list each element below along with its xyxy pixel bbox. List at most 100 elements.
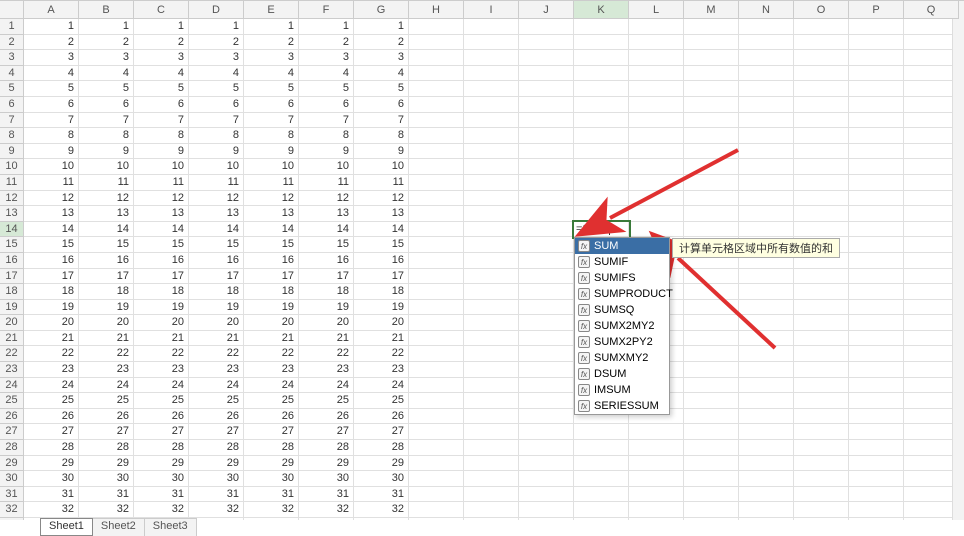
- cell-f3[interactable]: 3: [299, 50, 354, 66]
- cell-m23[interactable]: [684, 362, 739, 378]
- cell-o20[interactable]: [794, 315, 849, 331]
- cell-k3[interactable]: [574, 50, 629, 66]
- cell-q30[interactable]: [904, 471, 959, 487]
- cell-b27[interactable]: 27: [79, 424, 134, 440]
- cell-l10[interactable]: [629, 159, 684, 175]
- cell-m13[interactable]: [684, 206, 739, 222]
- cell-h11[interactable]: [409, 175, 464, 191]
- cell-b15[interactable]: 15: [79, 237, 134, 253]
- cell-n24[interactable]: [739, 378, 794, 394]
- cell-p2[interactable]: [849, 35, 904, 51]
- cell-e27[interactable]: 27: [244, 424, 299, 440]
- cell-p3[interactable]: [849, 50, 904, 66]
- cell-a14[interactable]: 14: [24, 222, 79, 238]
- row-header-4[interactable]: 4: [0, 66, 24, 82]
- cell-c24[interactable]: 24: [134, 378, 189, 394]
- cell-g4[interactable]: 4: [354, 66, 409, 82]
- cell-g6[interactable]: 6: [354, 97, 409, 113]
- cell-j20[interactable]: [519, 315, 574, 331]
- cell-d7[interactable]: 7: [189, 113, 244, 129]
- cell-c16[interactable]: 16: [134, 253, 189, 269]
- cell-c17[interactable]: 17: [134, 269, 189, 285]
- cell-o26[interactable]: [794, 409, 849, 425]
- cell-e6[interactable]: 6: [244, 97, 299, 113]
- sheet-tab-sheet3[interactable]: Sheet3: [144, 518, 197, 536]
- cell-o21[interactable]: [794, 331, 849, 347]
- row-header-6[interactable]: 6: [0, 97, 24, 113]
- cell-g8[interactable]: 8: [354, 128, 409, 144]
- cell-k2[interactable]: [574, 35, 629, 51]
- cell-a13[interactable]: 13: [24, 206, 79, 222]
- cell-p16[interactable]: [849, 253, 904, 269]
- cell-q14[interactable]: [904, 222, 959, 238]
- cell-n9[interactable]: [739, 144, 794, 160]
- cell-b18[interactable]: 18: [79, 284, 134, 300]
- cell-h23[interactable]: [409, 362, 464, 378]
- cell-e28[interactable]: 28: [244, 440, 299, 456]
- cell-d6[interactable]: 6: [189, 97, 244, 113]
- cell-d5[interactable]: 5: [189, 81, 244, 97]
- cell-o32[interactable]: [794, 502, 849, 518]
- cell-g32[interactable]: 32: [354, 502, 409, 518]
- row-header-26[interactable]: 26: [0, 409, 24, 425]
- cell-i13[interactable]: [464, 206, 519, 222]
- cell-a17[interactable]: 17: [24, 269, 79, 285]
- autocomplete-item-sumif[interactable]: fxSUMIF: [575, 254, 669, 270]
- cell-p28[interactable]: [849, 440, 904, 456]
- cell-k1[interactable]: [574, 19, 629, 35]
- cell-l7[interactable]: [629, 113, 684, 129]
- cell-h15[interactable]: [409, 237, 464, 253]
- cell-q1[interactable]: [904, 19, 959, 35]
- cell-g22[interactable]: 22: [354, 346, 409, 362]
- cell-m18[interactable]: [684, 284, 739, 300]
- cell-i25[interactable]: [464, 393, 519, 409]
- cell-d21[interactable]: 21: [189, 331, 244, 347]
- cell-f29[interactable]: 29: [299, 456, 354, 472]
- cell-b4[interactable]: 4: [79, 66, 134, 82]
- sheet-tabs[interactable]: Sheet1Sheet2Sheet3: [40, 518, 196, 536]
- column-header-c[interactable]: C: [134, 1, 189, 19]
- cell-p15[interactable]: [849, 237, 904, 253]
- cell-c1[interactable]: 1: [134, 19, 189, 35]
- cell-n25[interactable]: [739, 393, 794, 409]
- cell-m22[interactable]: [684, 346, 739, 362]
- cell-m5[interactable]: [684, 81, 739, 97]
- cell-d27[interactable]: 27: [189, 424, 244, 440]
- cell-e32[interactable]: 32: [244, 502, 299, 518]
- cell-n13[interactable]: [739, 206, 794, 222]
- cell-e9[interactable]: 9: [244, 144, 299, 160]
- cell-d26[interactable]: 26: [189, 409, 244, 425]
- cell-a26[interactable]: 26: [24, 409, 79, 425]
- cell-o10[interactable]: [794, 159, 849, 175]
- cell-h6[interactable]: [409, 97, 464, 113]
- cell-m6[interactable]: [684, 97, 739, 113]
- cell-q23[interactable]: [904, 362, 959, 378]
- cell-f11[interactable]: 11: [299, 175, 354, 191]
- cell-l9[interactable]: [629, 144, 684, 160]
- cell-f33[interactable]: [299, 518, 354, 520]
- cell-j29[interactable]: [519, 456, 574, 472]
- cell-f31[interactable]: 31: [299, 487, 354, 503]
- cell-d28[interactable]: 28: [189, 440, 244, 456]
- cell-q6[interactable]: [904, 97, 959, 113]
- cell-m3[interactable]: [684, 50, 739, 66]
- cell-q8[interactable]: [904, 128, 959, 144]
- cell-a27[interactable]: 27: [24, 424, 79, 440]
- cell-l8[interactable]: [629, 128, 684, 144]
- cell-f21[interactable]: 21: [299, 331, 354, 347]
- row-header-1[interactable]: 1: [0, 19, 24, 35]
- cell-m2[interactable]: [684, 35, 739, 51]
- row-header-18[interactable]: 18: [0, 284, 24, 300]
- cell-b3[interactable]: 3: [79, 50, 134, 66]
- cell-p4[interactable]: [849, 66, 904, 82]
- cell-p1[interactable]: [849, 19, 904, 35]
- cell-g16[interactable]: 16: [354, 253, 409, 269]
- cell-f16[interactable]: 16: [299, 253, 354, 269]
- cell-e1[interactable]: 1: [244, 19, 299, 35]
- cell-c18[interactable]: 18: [134, 284, 189, 300]
- cell-g18[interactable]: 18: [354, 284, 409, 300]
- cell-c4[interactable]: 4: [134, 66, 189, 82]
- row-header-20[interactable]: 20: [0, 315, 24, 331]
- row-header-3[interactable]: 3: [0, 50, 24, 66]
- cell-i27[interactable]: [464, 424, 519, 440]
